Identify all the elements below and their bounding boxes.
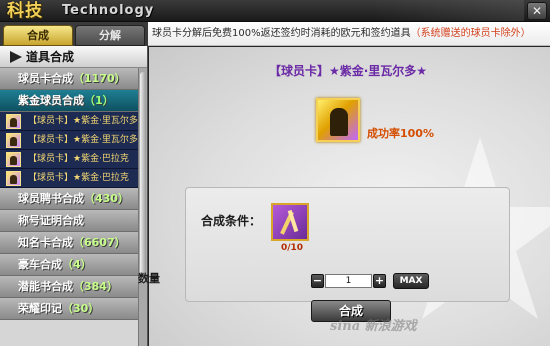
sidebar-item-label: 紫金球员合成 (18, 94, 84, 107)
sidebar-subitem-label: 【球员卡】★紫金·里瓦尔多 (28, 116, 138, 126)
tab-compose[interactable]: 合成 (3, 25, 73, 46)
sidebar-item-label: 球员聘书合成 (18, 192, 84, 205)
condition-label: 合成条件： (201, 214, 262, 228)
window-title: 科技 (7, 1, 43, 21)
sidebar-list: 球员卡合成（1170） 紫金球员合成（1） 【球员卡】★紫金·里瓦尔多 【球员卡… (0, 68, 138, 346)
sidebar-item-label: 球员卡合成 (18, 72, 73, 85)
title-decoration (374, 0, 524, 21)
sidebar-item-potential-book[interactable]: 潜能书合成（384） (0, 276, 138, 298)
quantity-label: 数量 (138, 272, 160, 285)
plus-button[interactable]: + (373, 274, 386, 288)
sidebar-item-label: 荣耀印记 (18, 302, 62, 315)
tab-bar: 合成 分解 (0, 22, 148, 46)
max-button[interactable]: MAX (393, 273, 429, 289)
target-card-title: 【球员卡】★紫金·里瓦尔多★ (268, 64, 428, 78)
sina-watermark-logo: sina 新浪游戏 (330, 319, 417, 334)
compose-panel: 【球员卡】★紫金·里瓦尔多★ 成功率100% 合成条件： 0/10 − 1 + … (149, 47, 550, 346)
player-silhouette-icon (330, 108, 348, 136)
sidebar-subitem-label: 【球员卡】★紫金·巴拉克 (28, 173, 129, 183)
notice-main: 球员卡分解后免费100%返还签约时消耗的欧元和签约道具 (152, 28, 411, 39)
triangle-bullet-icon (10, 51, 22, 63)
player-card-icon[interactable] (316, 98, 360, 142)
sidebar-item-purple-gold[interactable]: 紫金球员合成（1） (0, 90, 138, 112)
sidebar-item-player-card[interactable]: 球员卡合成（1170） (0, 68, 138, 90)
sidebar-item-count: （30） (62, 302, 100, 315)
sidebar-subitem-ballack-1[interactable]: 【球员卡】★紫金·巴拉克 (0, 150, 138, 169)
sidebar-scrollbar[interactable] (138, 68, 147, 346)
player-card-icon (6, 114, 21, 129)
sidebar-item-glory-mark[interactable]: 荣耀印记（30） (0, 298, 138, 320)
player-card-icon (6, 133, 21, 148)
tab-decompose[interactable]: 分解 (75, 25, 145, 46)
sidebar-item-label: 潜能书合成 (18, 280, 73, 293)
minus-button[interactable]: − (311, 274, 324, 288)
sidebar-item-label: 知名卡合成 (18, 236, 73, 249)
quantity-input[interactable]: 1 (325, 274, 372, 288)
window-subtitle: Technology (62, 3, 155, 18)
sidebar-header: 道具合成 (0, 46, 147, 68)
sidebar-item-label: 称号证明合成 (18, 214, 84, 227)
sidebar-item-count: （6607） (73, 236, 126, 249)
sidebar-item-count: （1） (84, 94, 114, 107)
sidebar-item-label: 豪车合成 (18, 258, 62, 271)
sidebar-subitem-ballack-2[interactable]: 【球员卡】★紫金·巴拉克 (0, 169, 138, 188)
sidebar-subitem-label: 【球员卡】★紫金·里瓦尔多 (28, 135, 138, 145)
notice-strip: 球员卡分解后免费100%返还签约时消耗的欧元和签约道具（系统赠送的球员卡除外） (148, 22, 550, 46)
success-rate: 成功率100% (367, 127, 434, 140)
sidebar-subitem-rivaldo-1[interactable]: 【球员卡】★紫金·里瓦尔多 (0, 112, 138, 131)
material-count: 0/10 (281, 243, 304, 253)
sidebar-item-count: （4） (62, 258, 92, 271)
sidebar-item-famous-card[interactable]: 知名卡合成（6607） (0, 232, 138, 254)
sidebar-item-count: （1170） (73, 72, 126, 85)
sidebar-header-label: 道具合成 (26, 50, 75, 64)
title-bar: 科技 Technology ✕ (0, 0, 550, 22)
sidebar-subitem-label: 【球员卡】★紫金·巴拉克 (28, 154, 129, 164)
sidebar-item-title-proof[interactable]: 称号证明合成 (0, 210, 138, 232)
sidebar: 道具合成 球员卡合成（1170） 紫金球员合成（1） 【球员卡】★紫金·里瓦尔多… (0, 46, 148, 346)
player-card-icon (6, 171, 21, 186)
sidebar-item-count: （430） (84, 192, 129, 205)
close-icon[interactable]: ✕ (527, 2, 547, 20)
sidebar-subitem-rivaldo-2[interactable]: 【球员卡】★紫金·里瓦尔多 (0, 131, 138, 150)
sidebar-item-luxury-car[interactable]: 豪车合成（4） (0, 254, 138, 276)
scrollbar-thumb[interactable] (140, 72, 146, 282)
notice-note: （系统赠送的球员卡除外） (410, 28, 531, 39)
material-item-icon[interactable] (271, 203, 309, 241)
sidebar-item-count: （384） (73, 280, 118, 293)
sidebar-item-contract[interactable]: 球员聘书合成（430） (0, 188, 138, 210)
player-card-icon (6, 152, 21, 167)
